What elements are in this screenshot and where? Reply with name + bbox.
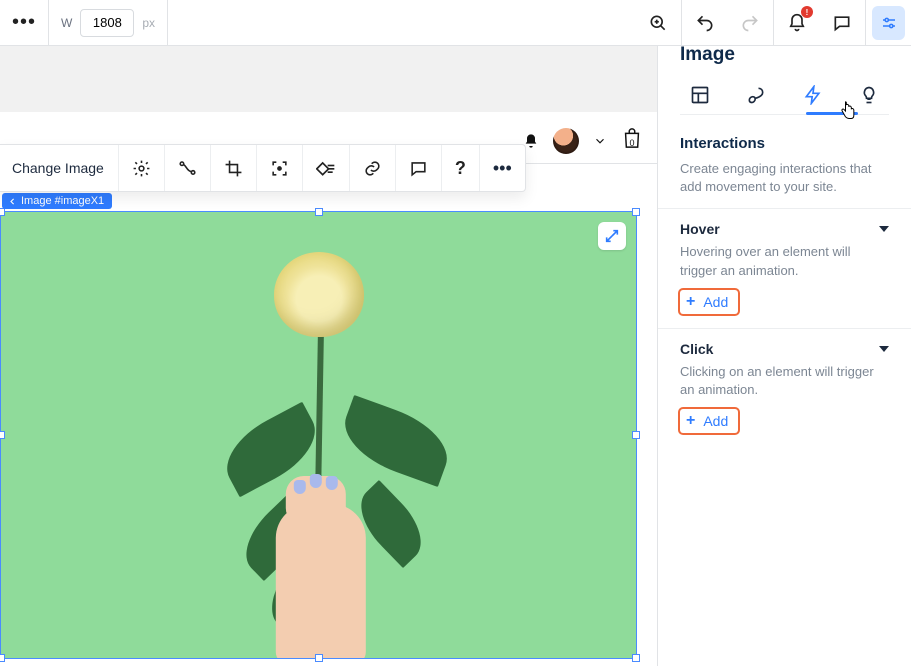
selection-tag-label: Image #imageX1	[21, 195, 104, 207]
panel-tabs	[680, 80, 889, 115]
resize-handle-tr[interactable]	[632, 208, 640, 216]
help-icon: ?	[455, 158, 466, 179]
interactions-desc: Create engaging interactions that add mo…	[680, 160, 889, 196]
width-control: W px	[49, 0, 168, 45]
more-icon: •••	[493, 158, 512, 179]
plus-icon: +	[686, 294, 695, 310]
mask-icon	[316, 158, 336, 178]
gear-icon	[132, 159, 151, 178]
width-unit: px	[142, 16, 155, 30]
crop-button[interactable]	[211, 145, 257, 191]
width-label: W	[61, 16, 72, 30]
lightbulb-icon	[859, 85, 879, 105]
animation-button[interactable]	[165, 145, 211, 191]
add-click-button[interactable]: + Add	[680, 409, 738, 433]
link-icon	[363, 159, 382, 178]
add-hover-label: Add	[703, 294, 728, 310]
notifications-button[interactable]: !	[773, 0, 819, 45]
resize-handle-br[interactable]	[632, 654, 640, 662]
tab-layout[interactable]	[680, 80, 720, 110]
zoom-in-button[interactable]	[635, 0, 681, 45]
settings-button[interactable]	[119, 145, 165, 191]
redo-button[interactable]	[727, 0, 773, 45]
more-icon: •••	[12, 11, 36, 34]
focal-icon	[270, 159, 289, 178]
add-click-label: Add	[703, 413, 728, 429]
click-block: Click Clicking on an element will trigge…	[658, 328, 911, 447]
mask-button[interactable]	[303, 145, 350, 191]
layout-icon	[690, 85, 710, 105]
resize-handle-tm[interactable]	[315, 208, 323, 216]
cart-count: 0	[621, 138, 643, 148]
link-button[interactable]	[350, 145, 396, 191]
inspector-panel: Page Section #section10 Image Interactio…	[657, 0, 911, 666]
plus-icon: +	[686, 413, 695, 429]
canvas-stage[interactable]: 0 Change Image ? •••	[0, 46, 657, 666]
panel-title: Image	[680, 44, 889, 66]
chevron-down-icon[interactable]	[879, 226, 889, 232]
site-header-bg	[0, 46, 657, 112]
click-desc: Clicking on an element will trigger an a…	[680, 363, 889, 399]
tab-interactions[interactable]	[793, 80, 833, 110]
active-tab-indicator	[806, 112, 858, 115]
selected-image-frame[interactable]	[0, 211, 637, 659]
comment-icon	[409, 159, 428, 178]
chevron-left-icon	[8, 197, 17, 206]
topbar: ••• W px !	[0, 0, 911, 46]
brush-icon	[746, 85, 766, 105]
more-menu[interactable]: •••	[0, 0, 49, 45]
site-cart-button[interactable]: 0	[621, 126, 643, 155]
hover-title: Hover	[680, 221, 720, 237]
toggle-panel-button[interactable]	[865, 0, 911, 45]
sliders-icon	[880, 14, 898, 32]
add-hover-button[interactable]: + Add	[680, 290, 738, 314]
tab-design[interactable]	[736, 80, 776, 110]
width-input[interactable]	[80, 9, 134, 37]
redo-icon	[740, 13, 760, 33]
toolbar-comment-button[interactable]	[396, 145, 442, 191]
chevron-down-icon[interactable]	[879, 346, 889, 352]
site-header-icons: 0	[523, 126, 643, 155]
resize-handle-bl[interactable]	[0, 654, 5, 662]
toolbar-more-button[interactable]: •••	[480, 145, 525, 191]
focal-point-button[interactable]	[257, 145, 303, 191]
lightning-icon	[803, 85, 823, 105]
comment-icon	[832, 13, 852, 33]
change-image-button[interactable]: Change Image	[0, 145, 119, 191]
selection-tag[interactable]: Image #imageX1	[2, 193, 112, 209]
undo-icon	[695, 13, 715, 33]
expand-icon	[604, 228, 620, 244]
click-title: Click	[680, 341, 713, 357]
crop-icon	[224, 159, 243, 178]
resize-handle-mr[interactable]	[632, 431, 640, 439]
undo-button[interactable]	[681, 0, 727, 45]
resize-handle-ml[interactable]	[0, 431, 5, 439]
notification-badge: !	[801, 6, 813, 18]
site-account-chevron-icon[interactable]	[593, 134, 607, 148]
tab-tips[interactable]	[849, 80, 889, 110]
interactions-title: Interactions	[680, 135, 889, 152]
resize-handle-bm[interactable]	[315, 654, 323, 662]
expand-image-button[interactable]	[598, 222, 626, 250]
hover-desc: Hovering over an element will trigger an…	[680, 243, 889, 279]
image-surface	[1, 212, 636, 658]
hover-block: Hover Hovering over an element will trig…	[658, 208, 911, 327]
motion-path-icon	[178, 159, 197, 178]
site-avatar[interactable]	[553, 128, 579, 154]
help-button[interactable]: ?	[442, 145, 480, 191]
zoom-in-icon	[648, 13, 668, 33]
comments-button[interactable]	[819, 0, 865, 45]
resize-handle-tl[interactable]	[0, 208, 5, 216]
image-toolbar: Change Image ? •••	[0, 144, 526, 192]
